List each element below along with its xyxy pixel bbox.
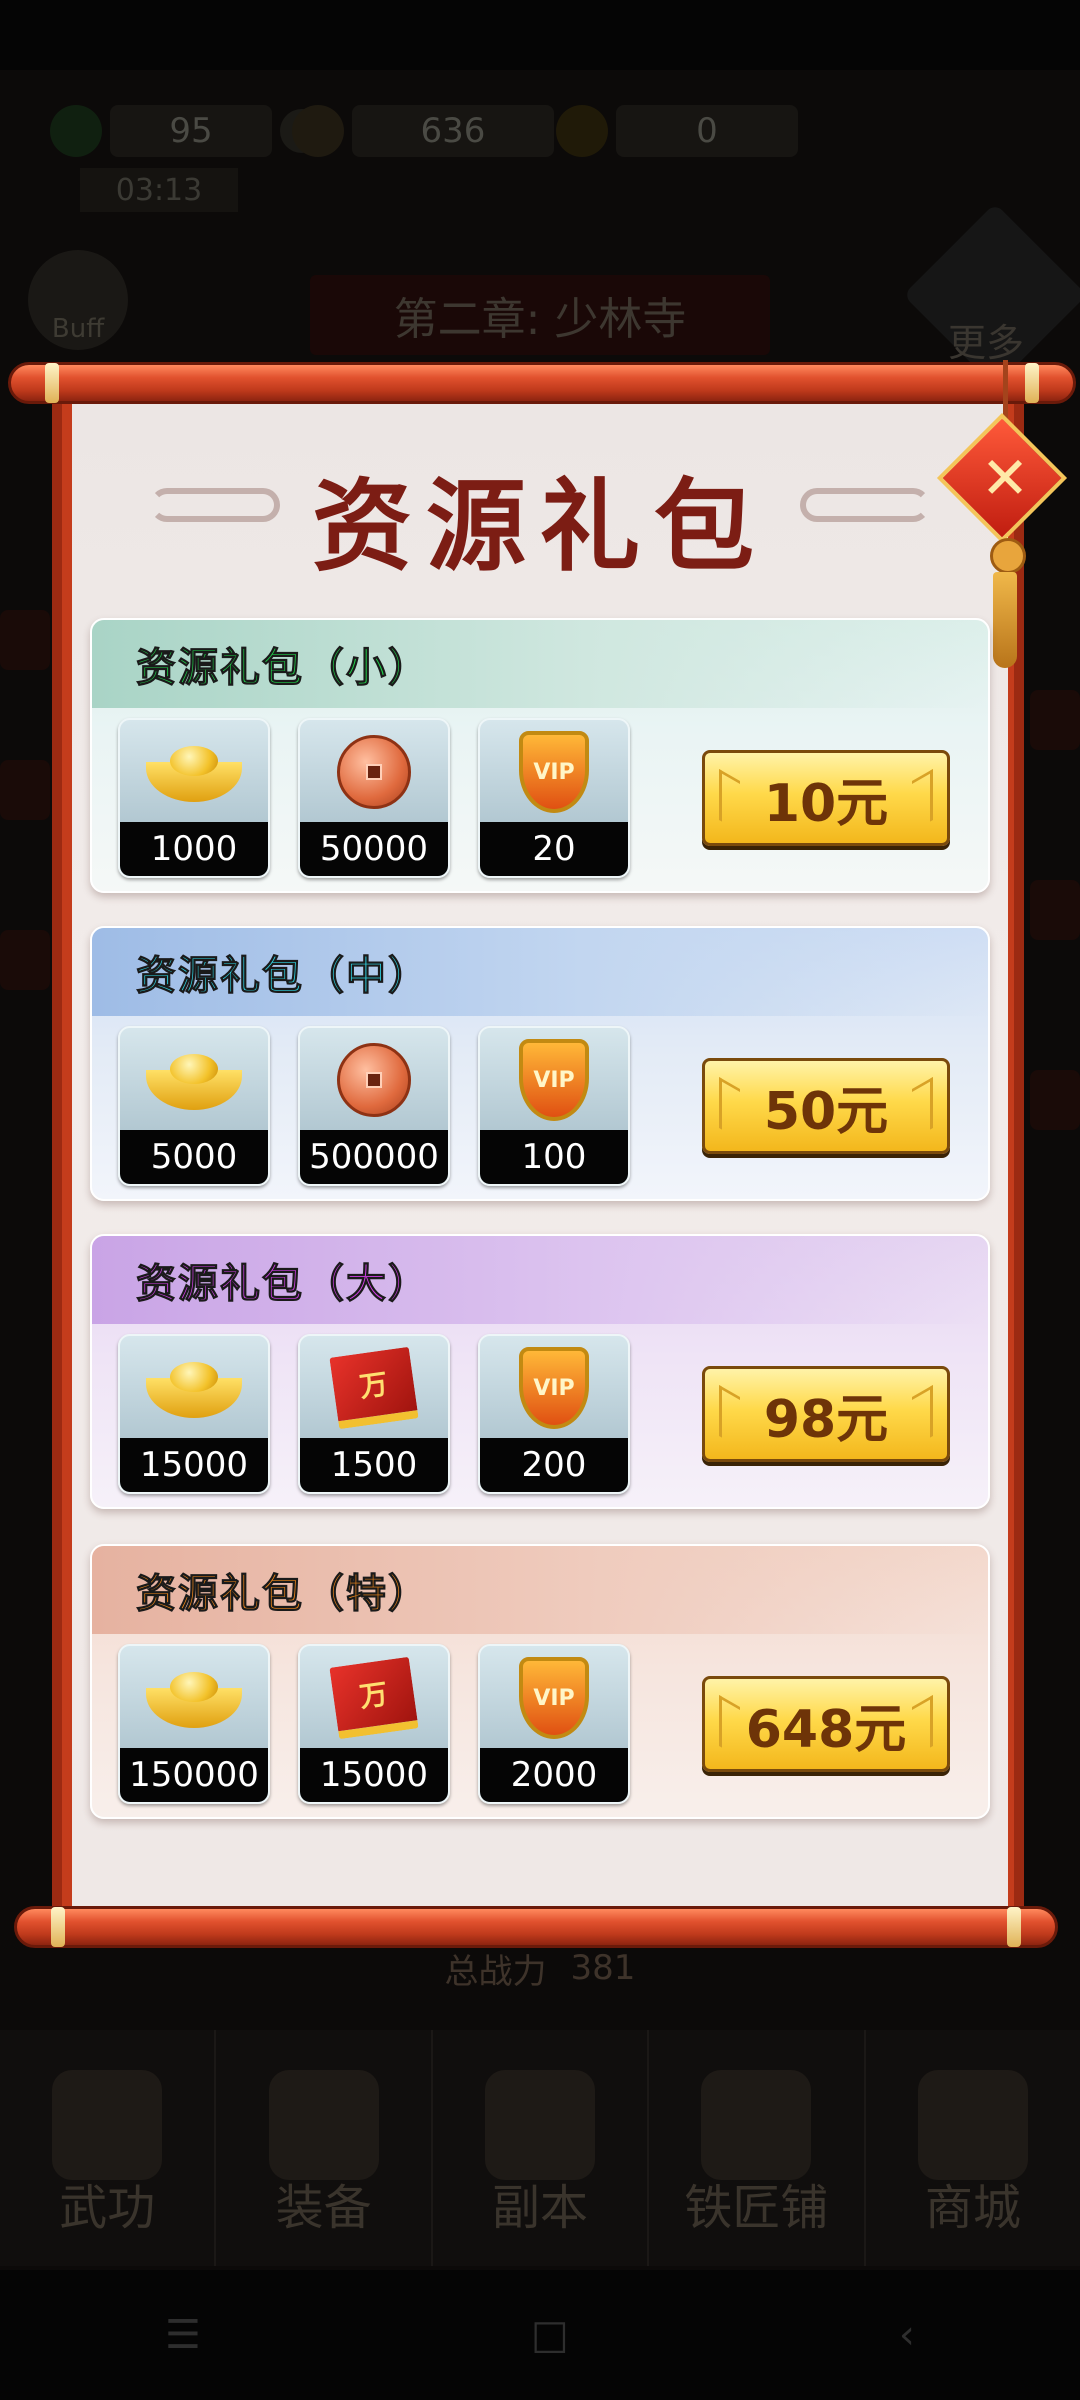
item-quantity: 15000 xyxy=(300,1748,448,1802)
item-quantity: 500000 xyxy=(300,1130,448,1184)
wan-book-icon: 万 xyxy=(329,1656,419,1740)
chest-icon xyxy=(917,2070,1028,2180)
tassel-icon xyxy=(993,572,1017,668)
item-quantity: 1500 xyxy=(300,1438,448,1492)
coin-counter: 636 xyxy=(292,100,554,162)
item-quantity: 50000 xyxy=(300,822,448,876)
nav-dungeon[interactable]: 副本 xyxy=(433,2030,650,2266)
item-quantity: 200 xyxy=(480,1438,628,1492)
scroll-icon xyxy=(52,2070,163,2180)
power-label: 总战力 xyxy=(444,1951,547,1992)
more-label: 更多 xyxy=(948,321,1025,365)
side-marker xyxy=(1030,690,1080,750)
item-quantity: 100 xyxy=(480,1130,628,1184)
pack-title: 资源礼包（特） xyxy=(92,1546,988,1634)
scroll-top-rod xyxy=(8,362,1076,404)
reward-item[interactable]: VIP 2000 xyxy=(478,1644,630,1804)
coin-value: 636 xyxy=(352,105,554,157)
system-nav-bar: ☰ □ ‹ xyxy=(0,2270,1080,2400)
buy-button[interactable]: 50元 xyxy=(702,1058,950,1154)
item-quantity: 5000 xyxy=(120,1130,268,1184)
vip-shield-icon: VIP xyxy=(519,1657,589,1739)
side-marker xyxy=(0,760,50,820)
item-quantity: 20 xyxy=(480,822,628,876)
reward-item[interactable]: 5000 xyxy=(118,1026,270,1186)
pack-medium: 资源礼包（中） 5000 500000 VIP 100 50元 xyxy=(90,926,990,1201)
gold-counter: 0 xyxy=(556,100,798,162)
copper-coin-icon xyxy=(337,735,411,809)
timer: 03:13 xyxy=(80,168,238,212)
close-icon[interactable]: ✕ xyxy=(970,438,1040,518)
gold-value: 0 xyxy=(616,105,798,157)
vip-shield-icon: VIP xyxy=(519,1347,589,1429)
pack-title: 资源礼包（大） xyxy=(92,1236,988,1324)
nav-martial-arts[interactable]: 武功 xyxy=(0,2030,217,2266)
menu-icon[interactable]: ☰ xyxy=(165,2312,201,2358)
tassel-knot xyxy=(990,538,1026,574)
nav-equipment[interactable]: 装备 xyxy=(216,2030,433,2266)
stamina-value: 95 xyxy=(110,105,272,157)
reward-item[interactable]: VIP 100 xyxy=(478,1026,630,1186)
item-quantity: 2000 xyxy=(480,1748,628,1802)
reward-item[interactable]: 15000 xyxy=(118,1334,270,1494)
wan-book-icon: 万 xyxy=(329,1346,419,1430)
reward-item[interactable]: VIP 20 xyxy=(478,718,630,878)
buy-button[interactable]: 648元 xyxy=(702,1676,950,1772)
nav-blacksmith[interactable]: 铁匠铺 xyxy=(649,2030,866,2266)
home-icon[interactable]: □ xyxy=(531,2312,569,2358)
buy-button[interactable]: 10元 xyxy=(702,750,950,846)
vip-shield-icon: VIP xyxy=(519,731,589,813)
crossed-swords-icon xyxy=(485,2070,596,2180)
gold-ingot-icon xyxy=(146,742,242,802)
armor-icon xyxy=(268,2070,379,2180)
reward-item[interactable]: 50000 xyxy=(298,718,450,878)
gold-ingot-icon xyxy=(146,1668,242,1728)
nav-shop[interactable]: 商城 xyxy=(866,2030,1080,2266)
pack-special: 资源礼包（特） 150000 万 15000 VIP 2000 648元 xyxy=(90,1544,990,1819)
bottom-nav: 武功 装备 副本 铁匠铺 商城 xyxy=(0,2030,1080,2266)
stamina-icon xyxy=(50,105,102,157)
side-marker xyxy=(0,930,50,990)
item-quantity: 150000 xyxy=(120,1748,268,1802)
side-marker xyxy=(1030,880,1080,940)
chapter-title: 第二章: 少林寺 xyxy=(310,275,770,355)
item-quantity: 15000 xyxy=(120,1438,268,1492)
side-marker xyxy=(0,610,50,670)
buff-label: Buff xyxy=(51,314,105,344)
gold-ingot-icon xyxy=(146,1358,242,1418)
side-marker xyxy=(1030,1070,1080,1130)
status-bar xyxy=(0,0,1080,70)
power-value: 381 xyxy=(570,1948,636,1988)
reward-item[interactable]: 万 15000 xyxy=(298,1644,450,1804)
stamina-counter: 95 ? xyxy=(50,100,324,162)
gold-ingot-icon xyxy=(556,105,608,157)
reward-item[interactable]: 500000 xyxy=(298,1026,450,1186)
copper-coin-icon xyxy=(337,1043,411,1117)
reward-item[interactable]: 150000 xyxy=(118,1644,270,1804)
buy-button[interactable]: 98元 xyxy=(702,1366,950,1462)
reward-item[interactable]: 1000 xyxy=(118,718,270,878)
pack-title: 资源礼包（中） xyxy=(92,928,988,1016)
back-icon[interactable]: ‹ xyxy=(899,2312,915,2358)
hammer-icon xyxy=(701,2070,812,2180)
coin-icon xyxy=(292,105,344,157)
dialog-title: 资源礼包 xyxy=(312,467,768,585)
reward-item[interactable]: 万 1500 xyxy=(298,1334,450,1494)
vip-shield-icon: VIP xyxy=(519,1039,589,1121)
gold-ingot-icon xyxy=(146,1050,242,1110)
pack-large: 资源礼包（大） 15000 万 1500 VIP 200 98元 xyxy=(90,1234,990,1509)
pack-title: 资源礼包（小） xyxy=(92,620,988,708)
item-quantity: 1000 xyxy=(120,822,268,876)
scroll-bottom-rod xyxy=(14,1906,1058,1948)
buff-button[interactable]: Buff xyxy=(28,250,128,350)
reward-item[interactable]: VIP 200 xyxy=(478,1334,630,1494)
pack-small: 资源礼包（小） 1000 50000 VIP 20 10元 xyxy=(90,618,990,893)
total-power: 总战力 381 xyxy=(340,1942,740,1994)
